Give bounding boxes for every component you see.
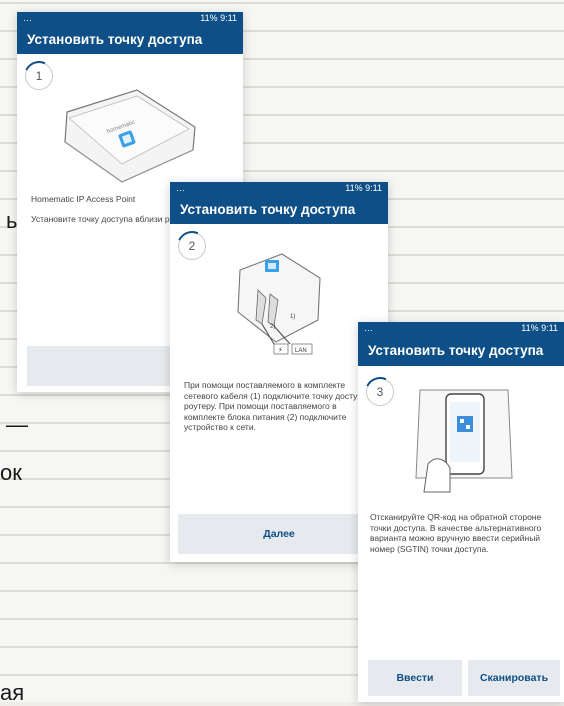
page-title: Установить точку доступа xyxy=(368,342,544,358)
page-title: Установить точку доступа xyxy=(180,201,356,217)
enter-button[interactable]: Ввести xyxy=(368,660,462,696)
product-name: Homematic IP Access Point xyxy=(31,194,136,204)
background-text-4: ая xyxy=(0,680,25,705)
screen-step-3: … 11% 9:11 Установить точку доступа 3 От… xyxy=(358,322,564,702)
qr-scan-illustration xyxy=(415,389,513,493)
screen-step-2: … 11% 9:11 Установить точку доступа 2 2)… xyxy=(170,182,388,562)
status-right: 11% 9:11 xyxy=(521,323,558,333)
instruction-text: Отсканируйте QR-код на обратной стороне … xyxy=(370,512,542,554)
lan-label: LAN xyxy=(295,348,307,354)
status-left: … xyxy=(364,323,373,333)
cable-connection-illustration: 2) 1) ⚡ LAN xyxy=(237,253,321,355)
background-text-1: ь xyxy=(6,208,18,233)
background-text-3: ок xyxy=(0,460,22,485)
app-bar: Установить точку доступа xyxy=(358,334,564,366)
status-left: … xyxy=(23,13,32,23)
cable-label-1: 1) xyxy=(290,314,295,320)
status-bar: … 11% 9:11 xyxy=(17,12,243,24)
svg-text:⚡: ⚡ xyxy=(278,346,283,354)
app-bar: Установить точку доступа xyxy=(170,194,388,224)
status-right: 11% 9:11 xyxy=(200,13,237,23)
status-left: … xyxy=(176,183,185,193)
status-right: 11% 9:11 xyxy=(345,183,382,193)
next-button[interactable]: Далее xyxy=(178,514,380,554)
scan-button[interactable]: Сканировать xyxy=(468,660,560,696)
background-text-2: — xyxy=(6,412,28,437)
page-title: Установить точку доступа xyxy=(27,31,203,47)
access-point-illustration: homematic xyxy=(64,89,196,183)
status-bar: … 11% 9:11 xyxy=(358,322,564,334)
status-bar: … 11% 9:11 xyxy=(170,182,388,194)
instruction-text: При помощи поставляемого в комплекте сет… xyxy=(184,380,373,432)
app-bar: Установить точку доступа xyxy=(17,24,243,54)
cable-label-2: 2) xyxy=(270,324,275,330)
